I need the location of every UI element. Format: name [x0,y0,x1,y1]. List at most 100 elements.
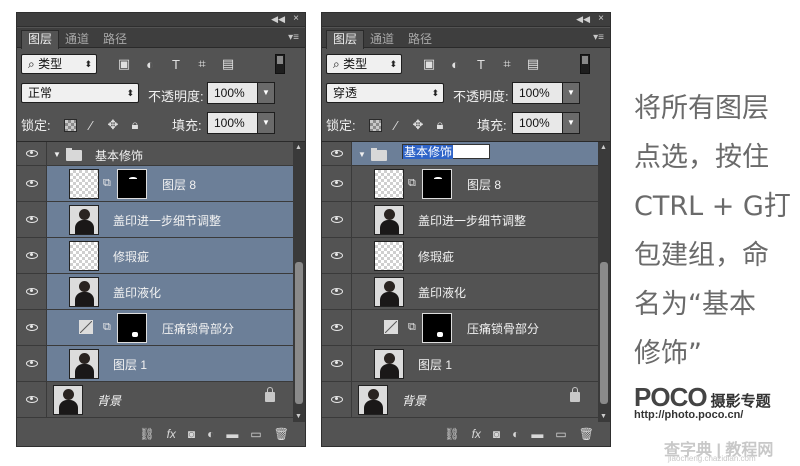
folder-icon[interactable]: ▬ [226,427,238,441]
fill-dropdown-icon[interactable]: ▼ [562,112,580,134]
scroll-down-icon[interactable]: ▼ [600,413,607,420]
visibility-toggle[interactable] [17,346,47,381]
fill-dropdown-icon[interactable]: ▼ [257,112,275,134]
visibility-toggle[interactable] [322,382,352,417]
expand-triangle-icon[interactable]: ▼ [53,150,61,159]
fx-icon[interactable]: fx [472,427,481,441]
collapse-icon[interactable]: ◀◀ [576,14,590,25]
group-row[interactable]: ▼ 基本修饰 [17,142,293,166]
layers-scrollbar[interactable]: ▲ ▼ [598,142,610,422]
group-row[interactable]: ▼ 基本修饰 [322,142,598,166]
visibility-toggle[interactable] [17,142,47,165]
opacity-field[interactable]: 100% ▼ [207,82,275,104]
visibility-toggle[interactable] [322,310,352,345]
visibility-toggle[interactable] [322,166,352,201]
layer-row-background[interactable]: 背景 [17,382,293,418]
folder-icon[interactable]: ▬ [531,427,543,441]
group-name-input[interactable]: 基本修饰 [402,144,490,159]
adjustment-icon[interactable]: ◐ [207,427,214,441]
mask-icon[interactable]: ◙ [493,427,500,441]
lock-all-icon[interactable]: 🔒︎ [432,117,448,133]
lock-move-icon[interactable]: ✥ [410,117,426,133]
layer-row[interactable]: 盖印进一步细节调整 [322,202,598,238]
visibility-toggle[interactable] [17,202,47,237]
trash-icon[interactable]: 🗑︎ [274,427,289,441]
link-icon[interactable]: ⛓ [139,427,154,441]
filter-toggle[interactable] [275,54,285,74]
lock-move-icon[interactable]: ✥ [105,117,121,133]
lock-brush-icon[interactable]: ⁄ [388,117,404,133]
filter-type-select[interactable]: ⌕ 类型 ⬍ [21,54,97,74]
fill-field[interactable]: 100% ▼ [207,112,275,134]
adjustment-filter-icon[interactable]: ◐ [142,56,158,72]
layer-row[interactable]: ⧉ 压痛锁骨部分 [322,310,598,346]
adjustment-icon[interactable]: ◐ [512,427,519,441]
expand-triangle-icon[interactable]: ▼ [358,150,366,159]
scroll-up-icon[interactable]: ▲ [295,144,302,151]
lock-brush-icon[interactable]: ⁄ [83,117,99,133]
tab-layers[interactable]: 图层 [326,30,365,49]
fill-field[interactable]: 100% ▼ [512,112,580,134]
layer-row[interactable]: 盖印液化 [322,274,598,310]
layer-row[interactable]: 盖印液化 [17,274,293,310]
tab-layers[interactable]: 图层 [21,30,60,49]
scroll-down-icon[interactable]: ▼ [295,413,302,420]
shape-filter-icon[interactable]: ⌗ [499,56,515,72]
opacity-dropdown-icon[interactable]: ▼ [257,82,275,104]
image-filter-icon[interactable]: ▣ [116,56,132,72]
visibility-toggle[interactable] [322,142,352,165]
visibility-toggle[interactable] [322,346,352,381]
layer-row[interactable]: ⧉ 图层 8 [17,166,293,202]
tab-paths[interactable]: 路径 [402,31,438,48]
blend-mode-select[interactable]: 正常 ⬍ [21,83,139,103]
filter-type-select[interactable]: ⌕ 类型 ⬍ [326,54,402,74]
link-icon[interactable]: ⛓ [444,427,459,441]
layer-row[interactable]: ⧉ 压痛锁骨部分 [17,310,293,346]
layer-row[interactable]: 图层 1 [17,346,293,382]
fx-icon[interactable]: fx [167,427,176,441]
smart-object-filter-icon[interactable]: ▤ [525,56,541,72]
trash-icon[interactable]: 🗑︎ [579,427,594,441]
type-filter-icon[interactable]: T [473,56,489,72]
new-layer-icon[interactable]: ▭ [555,427,566,441]
opacity-field[interactable]: 100% ▼ [512,82,580,104]
image-filter-icon[interactable]: ▣ [421,56,437,72]
visibility-toggle[interactable] [17,238,47,273]
layer-row[interactable]: ⧉ 图层 8 [322,166,598,202]
scroll-up-icon[interactable]: ▲ [600,144,607,151]
panel-menu-icon[interactable]: ▾≡ [593,32,604,43]
mask-icon[interactable]: ◙ [188,427,195,441]
layer-row[interactable]: 图层 1 [322,346,598,382]
scroll-thumb[interactable] [295,262,303,404]
new-layer-icon[interactable]: ▭ [250,427,261,441]
visibility-toggle[interactable] [322,202,352,237]
tab-channels[interactable]: 通道 [59,31,95,48]
visibility-toggle[interactable] [17,166,47,201]
opacity-dropdown-icon[interactable]: ▼ [562,82,580,104]
smart-object-filter-icon[interactable]: ▤ [220,56,236,72]
layers-scrollbar[interactable]: ▲ ▼ [293,142,305,422]
adjustment-filter-icon[interactable]: ◐ [447,56,463,72]
blend-mode-select[interactable]: 穿透 ⬍ [326,83,444,103]
visibility-toggle[interactable] [17,274,47,309]
layer-row[interactable]: 修瑕疵 [322,238,598,274]
layer-row-background[interactable]: 背景 [322,382,598,418]
filter-toggle[interactable] [580,54,590,74]
close-icon[interactable]: × [598,13,604,24]
panel-menu-icon[interactable]: ▾≡ [288,32,299,43]
tab-paths[interactable]: 路径 [97,31,133,48]
visibility-toggle[interactable] [322,238,352,273]
lock-transparency-icon[interactable] [64,118,77,132]
visibility-toggle[interactable] [322,274,352,309]
close-icon[interactable]: × [293,13,299,24]
lock-transparency-icon[interactable] [369,118,382,132]
lock-all-icon[interactable]: 🔒︎ [127,117,143,133]
visibility-toggle[interactable] [17,310,47,345]
tab-channels[interactable]: 通道 [364,31,400,48]
visibility-toggle[interactable] [17,382,47,417]
collapse-icon[interactable]: ◀◀ [271,14,285,25]
shape-filter-icon[interactable]: ⌗ [194,56,210,72]
scroll-thumb[interactable] [600,262,608,404]
type-filter-icon[interactable]: T [168,56,184,72]
layer-row[interactable]: 盖印进一步细节调整 [17,202,293,238]
